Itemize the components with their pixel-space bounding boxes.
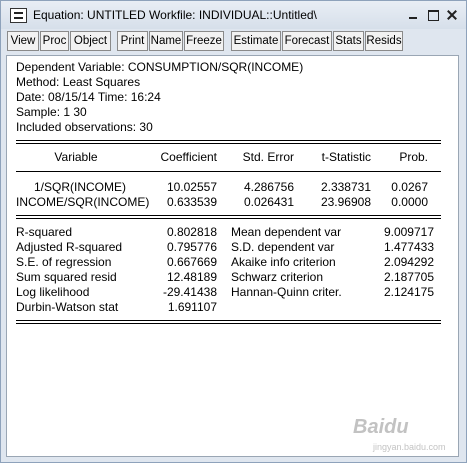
watermark-logo: Baidu jingyan.baidu.com <box>353 414 453 458</box>
watermark-text: Baidu <box>353 416 409 438</box>
row-std-error: 4.286756 <box>243 180 294 194</box>
print-button[interactable]: Print <box>117 31 148 51</box>
estimate-button[interactable]: Estimate <box>231 31 281 51</box>
stat-value: 2.094292 <box>383 255 434 269</box>
column-header-coefficient: Coefficient <box>160 150 217 164</box>
divider <box>16 171 441 172</box>
forecast-button[interactable]: Forecast <box>282 31 332 51</box>
stats-button[interactable]: Stats <box>333 31 364 51</box>
row-variable-name: INCOME/SQR(INCOME) <box>16 195 150 209</box>
column-header-prob: Prob. <box>399 150 428 164</box>
title-bar[interactable]: Equation: UNTITLED Workfile: INDIVIDUAL:… <box>1 1 466 29</box>
proc-button[interactable]: Proc <box>40 31 69 51</box>
stat-value: 12.48189 <box>166 270 217 284</box>
resids-button[interactable]: Resids <box>365 31 403 51</box>
freeze-button[interactable]: Freeze <box>184 31 224 51</box>
column-header-std-error: Std. Error <box>242 150 294 164</box>
column-header-t-statistic: t-Statistic <box>321 150 371 164</box>
minimize-icon[interactable] <box>405 7 421 23</box>
stat-value: 1.691107 <box>167 300 217 314</box>
row-coefficient: 10.02557 <box>166 180 217 194</box>
name-button[interactable]: Name <box>149 31 183 51</box>
close-icon[interactable] <box>444 7 460 23</box>
divider <box>16 218 441 219</box>
stat-label: Log likelihood <box>16 285 90 299</box>
observations-line: Included observations: 30 <box>16 120 153 134</box>
stat-label: S.E. of regression <box>16 255 112 269</box>
stat-value: 0.667669 <box>166 255 217 269</box>
stat-value: 2.124175 <box>383 285 434 299</box>
date-time-line: Date: 08/15/14 Time: 16:24 <box>16 90 161 104</box>
view-button[interactable]: View <box>7 31 39 51</box>
row-std-error: 0.026431 <box>243 195 294 209</box>
stat-label: Schwarz criterion <box>231 270 324 284</box>
stat-label: Mean dependent var <box>231 225 342 239</box>
stat-label: Durbin-Watson stat <box>16 300 119 314</box>
divider <box>16 143 441 144</box>
watermark-subtext: jingyan.baidu.com <box>373 442 446 452</box>
stat-label: S.D. dependent var <box>231 240 335 254</box>
equation-window: Equation: UNTITLED Workfile: INDIVIDUAL:… <box>0 0 467 463</box>
divider <box>16 320 441 321</box>
method-line: Method: Least Squares <box>16 75 141 89</box>
column-header-variable: Variable <box>54 150 98 164</box>
stat-value: 9.009717 <box>383 225 434 239</box>
row-prob: 0.0267 <box>391 180 428 194</box>
stat-value: 0.802818 <box>166 225 217 239</box>
divider <box>16 140 441 141</box>
row-coefficient: 0.633539 <box>166 195 217 209</box>
row-t-statistic: 2.338731 <box>320 180 371 194</box>
stat-label: Adjusted R-squared <box>16 240 123 254</box>
row-t-statistic: 23.96908 <box>320 195 371 209</box>
stat-label: Hannan-Quinn criter. <box>231 285 342 299</box>
object-button[interactable]: Object <box>70 31 111 51</box>
estimation-output[interactable]: Dependent Variable: CONSUMPTION/SQR(INCO… <box>6 55 459 457</box>
window-title: Equation: UNTITLED Workfile: INDIVIDUAL:… <box>33 8 317 22</box>
stat-label: Sum squared resid <box>16 270 117 284</box>
dependent-variable-line: Dependent Variable: CONSUMPTION/SQR(INCO… <box>16 60 304 74</box>
row-prob: 0.0000 <box>391 195 428 209</box>
stat-label: R-squared <box>16 225 73 239</box>
stat-value: 0.795776 <box>166 240 217 254</box>
stat-value: 2.187705 <box>383 270 434 284</box>
stat-value: -29.41438 <box>162 285 217 299</box>
sample-line: Sample: 1 30 <box>16 105 87 119</box>
stat-value: 1.477433 <box>383 240 434 254</box>
stat-label: Akaike info criterion <box>231 255 336 269</box>
divider <box>16 323 441 324</box>
row-variable-name: 1/SQR(INCOME) <box>33 180 126 194</box>
toolbar: View Proc Object Print Name Freeze Estim… <box>1 29 466 53</box>
divider <box>16 215 441 216</box>
maximize-icon[interactable] <box>425 7 441 23</box>
equation-icon[interactable] <box>10 8 27 23</box>
